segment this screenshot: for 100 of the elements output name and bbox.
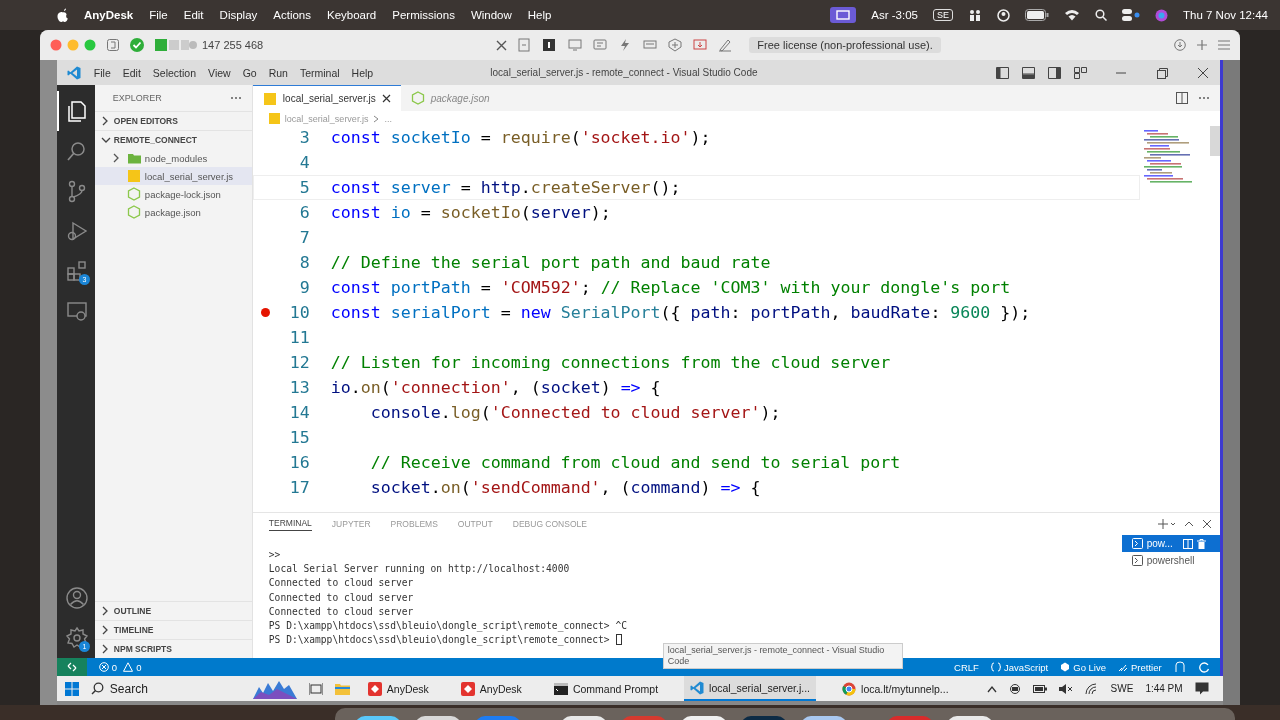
- section-header[interactable]: OPEN EDITORS: [94, 111, 252, 130]
- taskbar-search-field[interactable]: Search: [90, 681, 241, 696]
- input-language[interactable]: SWE: [1110, 683, 1134, 694]
- task-view-icon[interactable]: [308, 681, 323, 696]
- siri-icon[interactable]: [1154, 8, 1168, 22]
- session-tabs-icon[interactable]: [155, 39, 197, 51]
- menu-item[interactable]: Terminal: [299, 66, 340, 79]
- close-icon[interactable]: [1195, 66, 1210, 79]
- more-actions-icon[interactable]: [229, 96, 242, 100]
- plus-icon[interactable]: [1197, 40, 1207, 50]
- download-icon[interactable]: [1174, 39, 1186, 51]
- taskbar-app-button[interactable]: AnyDesk: [454, 676, 528, 701]
- file-tree-item[interactable]: node_modules: [94, 149, 252, 167]
- menu-item[interactable]: File: [93, 66, 111, 79]
- trash-icon[interactable]: [1196, 538, 1206, 549]
- menu-item[interactable]: Display: [219, 9, 258, 21]
- screen-share-icon[interactable]: [830, 7, 857, 23]
- sync-icon[interactable]: [1008, 682, 1021, 695]
- file-tree-item[interactable]: package-lock.json: [94, 185, 252, 203]
- toggle-panel-icon[interactable]: [1021, 66, 1035, 79]
- file-tree-item[interactable]: local_serial_server.js: [94, 167, 252, 185]
- menu-item[interactable]: Edit: [122, 66, 141, 79]
- app-menu[interactable]: AnyDesk: [84, 9, 134, 21]
- close-icon[interactable]: [1201, 519, 1212, 529]
- toggle-secondary-sidebar-icon[interactable]: [1047, 66, 1061, 79]
- split-terminal-icon[interactable]: [1182, 538, 1193, 549]
- folder-icon[interactable]: [334, 682, 350, 695]
- taskbar-app-button[interactable]: AnyDesk: [361, 676, 435, 701]
- wifi-icon[interactable]: [1063, 9, 1080, 21]
- status-item[interactable]: Prettier: [1118, 661, 1162, 673]
- scrollbar-thumb[interactable]: [1209, 126, 1220, 156]
- screen-record-icon[interactable]: [693, 38, 708, 52]
- more-actions-icon[interactable]: [1197, 96, 1210, 100]
- session-address[interactable]: 147 255 468: [202, 39, 264, 51]
- taskbar-clock[interactable]: 1:44 PM: [1145, 683, 1183, 694]
- section-header[interactable]: TIMELINE: [94, 620, 252, 639]
- new-terminal-icon[interactable]: [1157, 519, 1176, 529]
- taskbar-app-button[interactable]: local_serial_server.j...: [684, 676, 817, 701]
- file-tree-item[interactable]: package.json: [94, 203, 252, 221]
- menu-item[interactable]: Help: [527, 9, 552, 21]
- battery-icon[interactable]: [1024, 9, 1049, 21]
- sidebar-toggle-icon[interactable]: [107, 39, 119, 51]
- prayer-time[interactable]: Asr -3:05: [871, 9, 918, 21]
- taskbar-app-button[interactable]: Command Prompt: [547, 676, 665, 701]
- menu-item[interactable]: Go: [242, 66, 257, 79]
- menu-item[interactable]: Edit: [183, 9, 204, 21]
- notifications-icon[interactable]: [1197, 661, 1210, 673]
- window-controls-icon[interactable]: [50, 39, 96, 51]
- panel-tab[interactable]: TERMINAL: [268, 517, 312, 531]
- status-item[interactable]: JavaScript: [990, 661, 1049, 673]
- speaker-muted-icon[interactable]: [1058, 682, 1073, 695]
- menu-item[interactable]: View: [208, 66, 231, 79]
- pen-icon[interactable]: [718, 38, 733, 52]
- menu-item[interactable]: Help: [351, 66, 374, 79]
- control-center-icon[interactable]: [1121, 9, 1140, 21]
- search-icon[interactable]: [1094, 9, 1107, 21]
- apple-logo-icon[interactable]: [56, 8, 68, 22]
- circle-icon[interactable]: [996, 8, 1010, 22]
- toggle-sidebar-icon[interactable]: [995, 66, 1009, 79]
- close-icon[interactable]: [496, 39, 508, 51]
- accounts-icon[interactable]: [1173, 661, 1186, 673]
- remote-indicator-button[interactable]: [56, 658, 87, 676]
- people-icon[interactable]: [967, 9, 982, 21]
- terminal-line: PS D:\xampp\htdocs\ssd\bleuio\dongle_script\remote_connect>: [268, 634, 610, 646]
- menu-item[interactable]: Keyboard: [327, 9, 377, 21]
- terminal-list-item[interactable]: powershell: [1121, 552, 1220, 569]
- wifi-icon[interactable]: [1084, 682, 1099, 695]
- chevron-up-icon[interactable]: [986, 684, 997, 693]
- maximize-panel-icon[interactable]: [1183, 519, 1194, 529]
- notification-center-icon[interactable]: [1194, 682, 1209, 695]
- problems-status[interactable]: 0 0: [98, 661, 145, 673]
- status-item[interactable]: CRLF: [954, 661, 979, 673]
- battery-icon[interactable]: [1032, 683, 1047, 694]
- breakpoint-dot[interactable]: [261, 308, 271, 317]
- vscode-logo-icon[interactable]: [66, 65, 81, 80]
- keyboard-icon[interactable]: [543, 38, 558, 52]
- section-header[interactable]: REMOTE_CONNECT: [94, 130, 252, 149]
- menu-item[interactable]: Window: [470, 9, 512, 21]
- editor-tab[interactable]: local_serial_server.js: [252, 85, 401, 111]
- customize-layout-icon[interactable]: [1073, 66, 1087, 79]
- menu-bar-clock[interactable]: Thu 7 Nov 12:44: [1182, 9, 1268, 21]
- input-source[interactable]: SE: [932, 9, 953, 21]
- shield-icon[interactable]: [668, 38, 683, 52]
- split-editor-icon[interactable]: [1175, 92, 1188, 104]
- sidebar-title: EXPLORER: [112, 93, 162, 103]
- menu-item[interactable]: File: [149, 9, 168, 21]
- menu-item[interactable]: Permissions: [392, 9, 455, 21]
- check-icon[interactable]: [130, 38, 144, 52]
- terminal-list-item[interactable]: pow...: [1121, 535, 1220, 552]
- status-item[interactable]: Go Live: [1060, 661, 1106, 673]
- taskbar-app-button[interactable]: loca.lt/mytunnelp...: [836, 676, 955, 701]
- restore-icon[interactable]: [1154, 66, 1169, 79]
- section-header[interactable]: OUTLINE: [94, 601, 252, 620]
- license-notice: Free license (non-professional use).: [749, 37, 941, 53]
- windows-start-icon[interactable]: [64, 681, 79, 696]
- menu-item[interactable]: Selection: [152, 66, 197, 79]
- menu-item[interactable]: Actions: [273, 9, 311, 21]
- vscode-app-icon: [690, 680, 705, 695]
- close-icon[interactable]: [381, 94, 391, 103]
- menu-item[interactable]: Run: [268, 66, 288, 79]
